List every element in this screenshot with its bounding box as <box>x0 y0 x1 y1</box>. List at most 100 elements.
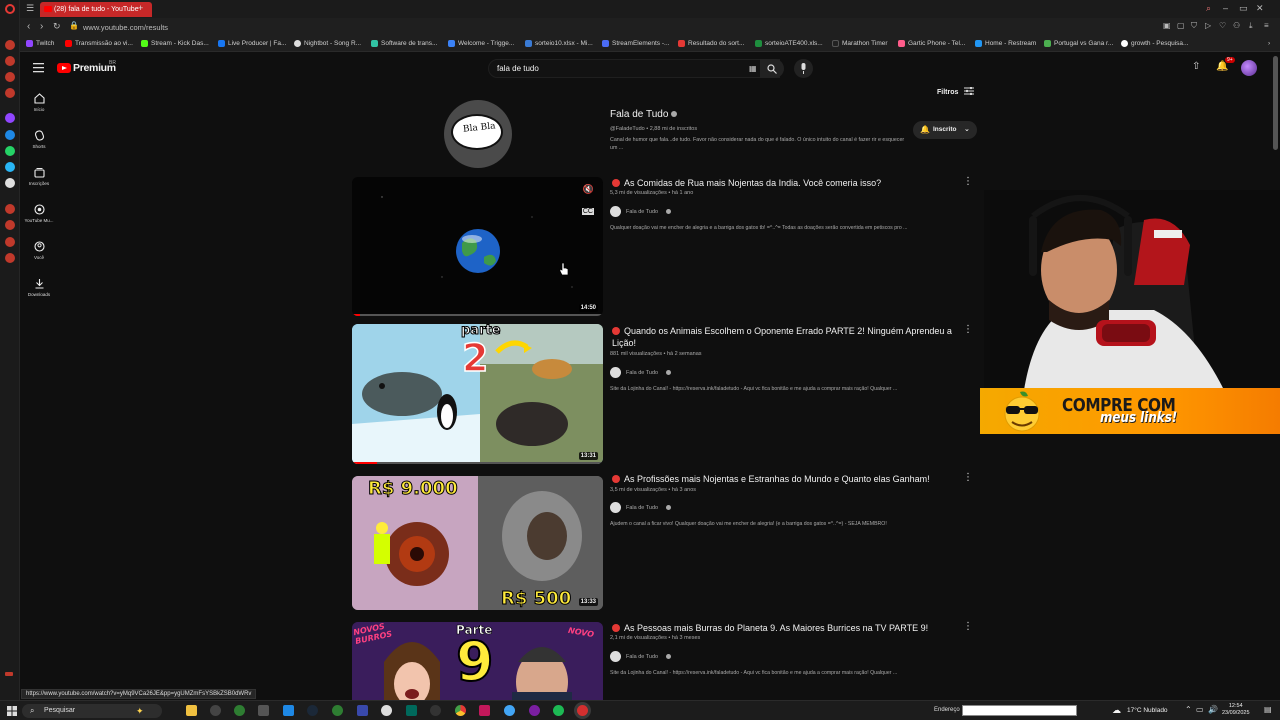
clock-icon[interactable] <box>5 220 15 230</box>
hamburger-menu-icon[interactable] <box>33 63 44 73</box>
app-icon[interactable] <box>210 705 221 716</box>
browser-menu-icon[interactable]: ≡ <box>1264 21 1269 30</box>
pin-icon[interactable] <box>5 237 15 247</box>
tab-youtube[interactable]: (28) fala de tudo - YouTube <box>40 2 152 17</box>
snapshot-icon[interactable]: ▣ <box>1163 21 1171 30</box>
maximize-icon[interactable]: ▭ <box>1239 3 1248 14</box>
tray-chevron-icon[interactable]: ⌃ <box>1185 705 1192 714</box>
bookmark-item[interactable]: Twitch <box>26 40 54 47</box>
bookmark-item[interactable]: Gartic Phone - Tel... <box>898 40 965 47</box>
channel-name[interactable]: Fala de Tudo <box>610 109 678 120</box>
voice-search-button[interactable] <box>794 59 813 78</box>
obs-icon[interactable] <box>430 705 441 716</box>
guide-item-subscriptions[interactable]: Inscrições <box>20 167 58 186</box>
bookmark-item[interactable]: Portugal vs Gana r... <box>1044 40 1113 47</box>
minimize-icon[interactable]: – <box>1223 3 1228 13</box>
video-thumbnail[interactable]: 🔇 CC 14:50 <box>352 177 603 316</box>
bookmark-item[interactable]: Welcome - Trigge... <box>448 40 514 47</box>
volume-icon[interactable]: 🔊 <box>1208 705 1218 714</box>
app-icon[interactable] <box>258 705 269 716</box>
player-mini-icon[interactable]: ▷ <box>1205 21 1211 30</box>
file-explorer-icon[interactable] <box>186 705 197 716</box>
chrome-icon[interactable] <box>455 705 466 716</box>
youtube-logo-icon[interactable] <box>57 63 71 73</box>
easy-setup-icon[interactable]: ⚇ <box>1233 21 1240 30</box>
app-icon[interactable] <box>504 705 515 716</box>
video-title[interactable]: As Comidas de Rua mais Nojentas da India… <box>612 177 957 189</box>
bookmark-item[interactable]: Resultado do sort... <box>678 40 744 47</box>
subscribe-button[interactable]: 🔔 Inscrito ⌄ <box>913 121 977 139</box>
app-icon[interactable] <box>479 705 490 716</box>
guide-item-home[interactable]: Início <box>20 93 58 112</box>
xbox-icon[interactable] <box>332 705 343 716</box>
back-icon[interactable]: ‹ <box>27 21 30 32</box>
player-icon[interactable] <box>5 204 15 214</box>
tab-menu-icon[interactable]: ☰ <box>26 3 34 14</box>
bookmark-item[interactable]: Software de trans... <box>371 40 437 47</box>
adblock-icon[interactable]: ⛉ <box>1191 21 1197 31</box>
close-window-icon[interactable]: ✕ <box>1256 3 1264 14</box>
video-title[interactable]: As Pessoas mais Burras do Planeta 9. As … <box>612 622 957 634</box>
video-channel[interactable]: Fala de Tudo <box>610 206 672 217</box>
video-channel[interactable]: Fala de Tudo <box>610 502 672 513</box>
whatsapp-icon[interactable] <box>5 146 15 156</box>
media-player-icon[interactable] <box>381 705 392 716</box>
bookmarks-overflow-icon[interactable]: › <box>1268 40 1270 47</box>
channel-avatar[interactable]: Bla Bla <box>444 100 512 168</box>
video-more-options-icon[interactable]: ⋮ <box>963 324 973 335</box>
twitch-sidebar-icon[interactable] <box>5 113 15 123</box>
settings-icon[interactable] <box>5 253 15 263</box>
bookmark-item[interactable]: Transmissão ao vi... <box>65 40 133 47</box>
new-tab-icon[interactable]: + <box>138 3 143 13</box>
history-icon[interactable] <box>5 40 15 50</box>
app-icon[interactable] <box>357 705 368 716</box>
app-icon[interactable] <box>234 705 245 716</box>
app-icon[interactable] <box>529 705 540 716</box>
heart-icon[interactable]: ♡ <box>1219 21 1226 30</box>
keyboard-icon[interactable]: ▦ <box>749 64 757 73</box>
wallet-icon[interactable] <box>5 56 15 66</box>
bookmark-item[interactable]: Nightbot - Song R... <box>294 40 361 47</box>
extensions-icon[interactable] <box>5 72 15 82</box>
video-channel[interactable]: Fala de Tudo <box>610 367 672 378</box>
search-input[interactable] <box>497 64 697 73</box>
weather-text[interactable]: 17°C Nublado <box>1127 707 1168 714</box>
bookmark-item[interactable]: sorteio10.xlsx - Mi... <box>525 40 593 47</box>
taskbar-search-box[interactable]: ⌕ Pesquisar ✦ <box>22 704 162 718</box>
bookmark-page-icon[interactable]: ▢ <box>1177 21 1185 30</box>
x-icon[interactable] <box>5 178 15 188</box>
bookmark-item[interactable]: Live Producer | Fa... <box>218 40 286 47</box>
bookmark-item[interactable]: Stream - Kick Das... <box>141 40 209 47</box>
search-button[interactable] <box>760 59 784 78</box>
filters-button[interactable]: Filtros <box>937 86 975 96</box>
spotify-icon[interactable] <box>553 705 564 716</box>
guide-item-you[interactable]: Você <box>20 241 58 260</box>
download-browser-icon[interactable]: ⤓ <box>1249 21 1253 31</box>
messenger-icon[interactable] <box>5 130 15 140</box>
taskbar-clock[interactable]: 12:54 23/09/2025 <box>1222 703 1250 717</box>
page-scrollbar[interactable] <box>1273 56 1278 150</box>
search-box[interactable]: ▦ ✕ <box>488 59 780 78</box>
weather-icon[interactable]: ☁ <box>1112 705 1121 716</box>
video-more-options-icon[interactable]: ⋮ <box>963 472 973 483</box>
bookmark-item[interactable]: Marathon Timer <box>832 40 888 47</box>
steam-icon[interactable] <box>307 705 318 716</box>
address-toolbar-input[interactable] <box>962 705 1077 716</box>
video-thumbnail[interactable]: R$ 9.000 R$ 500 13:33 <box>352 476 603 610</box>
windows-start-icon[interactable] <box>7 706 17 716</box>
video-title[interactable]: Quando os Animais Escolhem o Oponente Er… <box>612 325 957 349</box>
app-icon[interactable] <box>406 705 417 716</box>
search-tabs-icon[interactable]: ⌕ <box>1206 3 1211 14</box>
bookmark-item[interactable]: Home - Restream <box>975 40 1036 47</box>
notification-center-icon[interactable]: ▤ <box>1264 705 1272 714</box>
video-thumbnail[interactable]: NOVOS BURROS Parte 9 NOVO <box>352 622 603 700</box>
flow-icon[interactable] <box>5 88 15 98</box>
guide-item-downloads[interactable]: Downloads <box>20 278 58 297</box>
upload-icon[interactable]: ⇧ <box>1192 61 1200 72</box>
video-channel[interactable]: Fala de Tudo <box>610 651 672 662</box>
guide-item-shorts[interactable]: Shorts <box>20 130 58 149</box>
video-more-options-icon[interactable]: ⋮ <box>963 176 973 187</box>
bookmark-item[interactable]: growth - Pesquisa... <box>1121 40 1188 47</box>
guide-item-music[interactable]: YouTube Mu... <box>20 204 58 223</box>
video-more-options-icon[interactable]: ⋮ <box>963 621 973 632</box>
